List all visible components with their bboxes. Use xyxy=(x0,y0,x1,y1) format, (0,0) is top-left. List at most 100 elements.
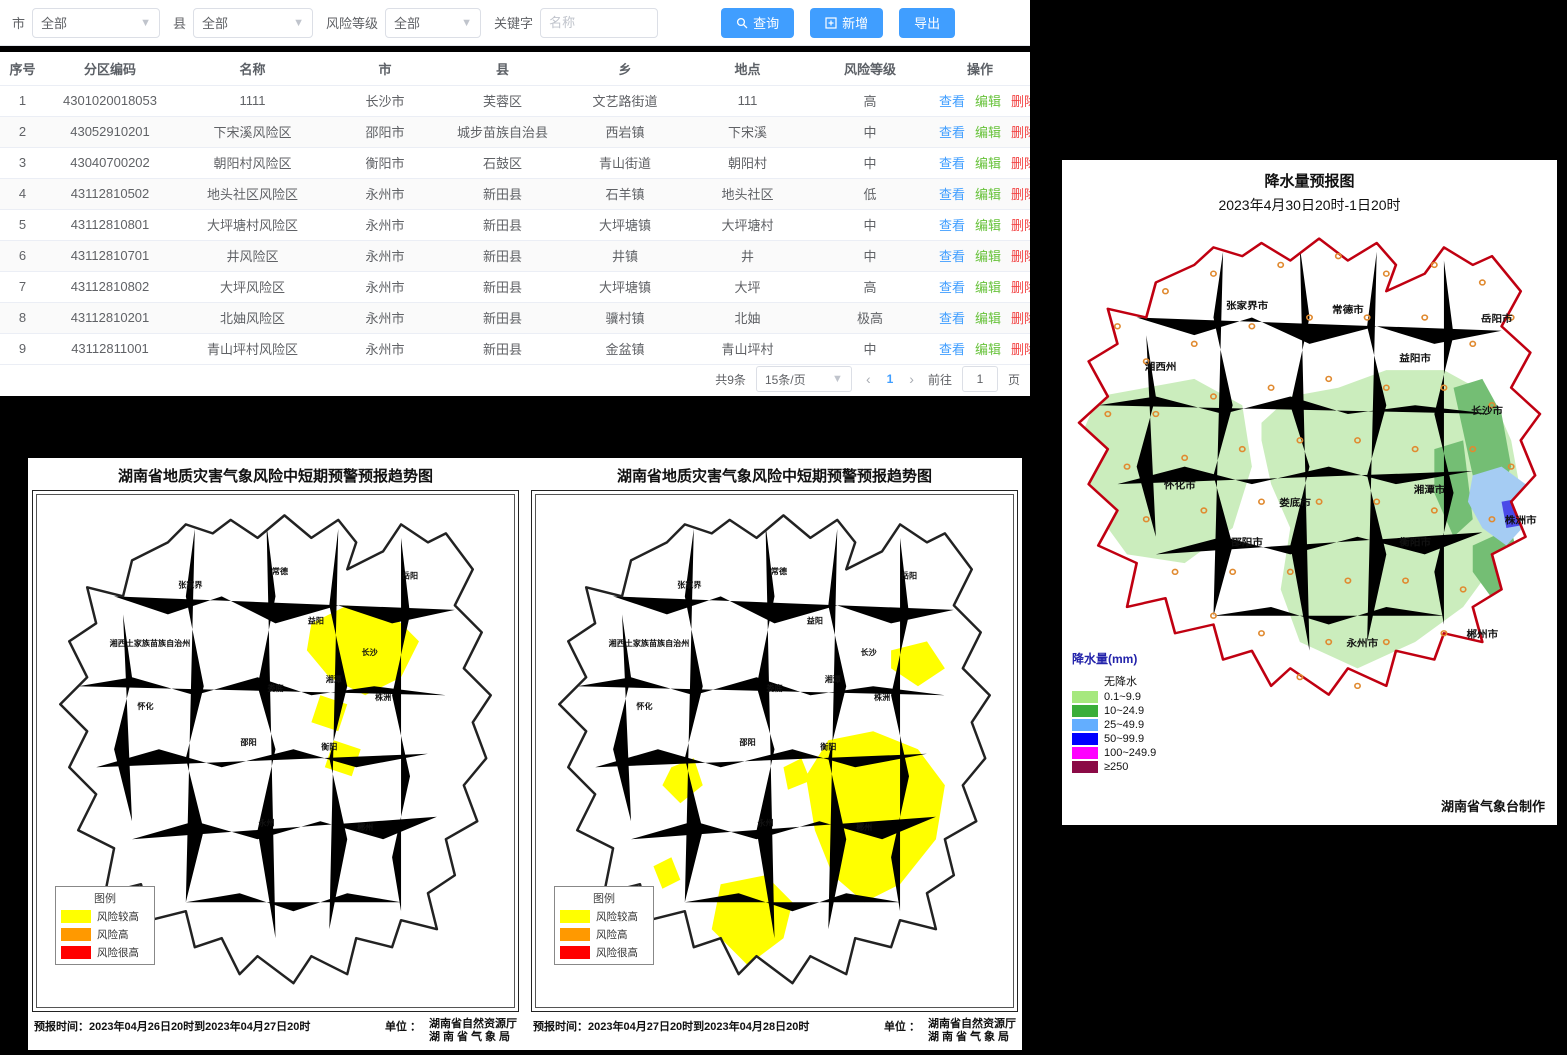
map-city-label: 衡阳 xyxy=(321,741,337,751)
cell-county: 新田县 xyxy=(440,209,565,240)
action-edit-link[interactable]: 编辑 xyxy=(975,218,1001,233)
action-delete-link[interactable]: 删除 xyxy=(1011,311,1030,326)
next-page-button[interactable]: › xyxy=(905,371,918,387)
county-filter-select[interactable]: 全部 ▼ xyxy=(193,8,313,38)
add-button[interactable]: 新增 xyxy=(810,8,883,38)
column-header: 序号 xyxy=(0,52,45,85)
map-city-label: 益阳 xyxy=(807,615,823,625)
map-city-label: 株洲 xyxy=(874,692,890,702)
action-delete-link[interactable]: 删除 xyxy=(1011,125,1030,140)
cell-place: 地头社区 xyxy=(685,178,810,209)
trend-map-1: 湖南省地质灾害气象风险中短期预警预报趋势图 xyxy=(32,462,519,1050)
precipitation-map-panel: 降水量预报图 2023年4月30日20时-1日20时 xyxy=(1062,160,1557,825)
export-button[interactable]: 导出 xyxy=(899,8,955,38)
map-city-label: 娄底市 xyxy=(1279,497,1311,509)
search-button[interactable]: 查询 xyxy=(721,8,794,38)
map-city-label: 郴州 xyxy=(856,822,872,832)
cell-code: 43112810701 xyxy=(45,240,175,271)
legend-label: 风险高 xyxy=(596,927,628,942)
cell-actions: 查看编辑删除 xyxy=(930,333,1030,364)
cell-seq: 8 xyxy=(0,302,45,333)
action-edit-link[interactable]: 编辑 xyxy=(975,156,1001,171)
action-delete-link[interactable]: 删除 xyxy=(1011,249,1030,264)
cell-city: 衡阳市 xyxy=(330,147,440,178)
keyword-input[interactable] xyxy=(540,8,658,38)
action-view-link[interactable]: 查看 xyxy=(939,187,965,202)
action-delete-link[interactable]: 删除 xyxy=(1011,94,1030,109)
legend-item: 无降水 xyxy=(1072,673,1156,689)
goto-unit: 页 xyxy=(1008,371,1020,388)
legend-swatch xyxy=(1072,733,1098,745)
cell-seq: 9 xyxy=(0,333,45,364)
legend-label: 无降水 xyxy=(1104,673,1137,689)
action-edit-link[interactable]: 编辑 xyxy=(975,249,1001,264)
action-edit-link[interactable]: 编辑 xyxy=(975,342,1001,357)
cell-county: 新田县 xyxy=(440,302,565,333)
action-edit-link[interactable]: 编辑 xyxy=(975,311,1001,326)
map-city-label: 郴州 xyxy=(357,822,373,832)
legend-swatch xyxy=(1072,719,1098,731)
map-city-label: 长沙市 xyxy=(1471,404,1503,416)
prev-page-button[interactable]: ‹ xyxy=(862,371,875,387)
table-row: 243052910201下宋溪风险区邵阳市城步苗族自治县西岩镇下宋溪中查看编辑删… xyxy=(0,116,1030,147)
action-edit-link[interactable]: 编辑 xyxy=(975,187,1001,202)
action-view-link[interactable]: 查看 xyxy=(939,342,965,357)
action-view-link[interactable]: 查看 xyxy=(939,280,965,295)
cell-place: 大坪塘村 xyxy=(685,209,810,240)
cell-actions: 查看编辑删除 xyxy=(930,209,1030,240)
cell-code: 4301020018053 xyxy=(45,85,175,116)
action-view-link[interactable]: 查看 xyxy=(939,156,965,171)
column-header: 名称 xyxy=(175,52,330,85)
table-row: 643112810701井风险区永州市新田县井镇井中查看编辑删除 xyxy=(0,240,1030,271)
action-view-link[interactable]: 查看 xyxy=(939,94,965,109)
legend-label: 50~99.9 xyxy=(1104,733,1144,745)
action-delete-link[interactable]: 删除 xyxy=(1011,280,1030,295)
action-edit-link[interactable]: 编辑 xyxy=(975,125,1001,140)
action-delete-link[interactable]: 删除 xyxy=(1011,187,1030,202)
cell-place: 井 xyxy=(685,240,810,271)
cell-town: 西岩镇 xyxy=(565,116,685,147)
risk-level-filter-select[interactable]: 全部 ▼ xyxy=(385,8,481,38)
action-view-link[interactable]: 查看 xyxy=(939,218,965,233)
cell-code: 43112810801 xyxy=(45,209,175,240)
map-city-label: 张家界 xyxy=(677,579,702,589)
total-count: 共9条 xyxy=(715,371,746,388)
action-edit-link[interactable]: 编辑 xyxy=(975,280,1001,295)
current-page[interactable]: 1 xyxy=(885,372,896,386)
cell-place: 大坪 xyxy=(685,271,810,302)
action-view-link[interactable]: 查看 xyxy=(939,311,965,326)
map-city-label: 常德 xyxy=(272,566,288,576)
cell-actions: 查看编辑删除 xyxy=(930,147,1030,178)
cell-county: 新田县 xyxy=(440,240,565,271)
precip-map-subtitle: 2023年4月30日20时-1日20时 xyxy=(1062,191,1557,215)
map-city-label: 永州市 xyxy=(1345,637,1378,649)
action-delete-link[interactable]: 删除 xyxy=(1011,342,1030,357)
legend-label: 风险较高 xyxy=(596,909,638,924)
page-size-select[interactable]: 15条/页 ▼ xyxy=(756,366,852,392)
action-delete-link[interactable]: 删除 xyxy=(1011,218,1030,233)
cell-name: 朝阳村风险区 xyxy=(175,147,330,178)
cell-level: 低 xyxy=(810,178,930,209)
cell-seq: 5 xyxy=(0,209,45,240)
map-city-label: 岳阳市 xyxy=(1481,312,1513,324)
column-header: 县 xyxy=(440,52,565,85)
cell-name: 1111 xyxy=(175,85,330,116)
cell-seq: 1 xyxy=(0,85,45,116)
legend-swatch xyxy=(560,928,590,941)
precip-legend: 降水量(mm) 无降水0.1~9.910~24.925~49.950~99.91… xyxy=(1072,650,1156,773)
goto-page-input[interactable] xyxy=(962,366,998,392)
column-header: 风险等级 xyxy=(810,52,930,85)
cell-code: 43112811001 xyxy=(45,333,175,364)
action-view-link[interactable]: 查看 xyxy=(939,249,965,264)
action-delete-link[interactable]: 删除 xyxy=(1011,156,1030,171)
cell-name: 地头社区风险区 xyxy=(175,178,330,209)
map-city-label: 衡阳 xyxy=(820,741,836,751)
forecast-time: 预报时间：2023年04月26日20时到2023年04月27日20时 xyxy=(34,1018,310,1034)
cell-county: 新田县 xyxy=(440,333,565,364)
cell-level: 中 xyxy=(810,116,930,147)
legend-item: 风险高 xyxy=(560,927,648,942)
cell-seq: 4 xyxy=(0,178,45,209)
action-view-link[interactable]: 查看 xyxy=(939,125,965,140)
action-edit-link[interactable]: 编辑 xyxy=(975,94,1001,109)
city-filter-select[interactable]: 全部 ▼ xyxy=(32,8,160,38)
